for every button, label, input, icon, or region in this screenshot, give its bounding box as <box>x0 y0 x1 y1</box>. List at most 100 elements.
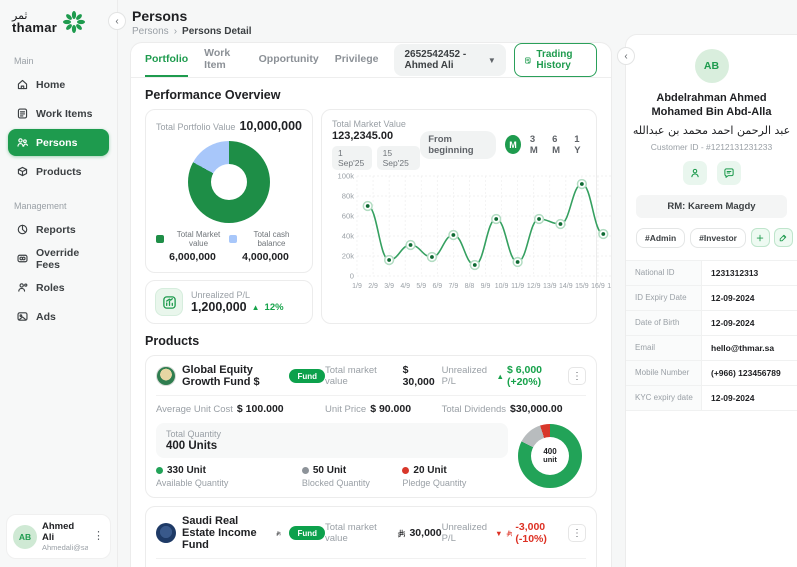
trading-history-button[interactable]: Trading History <box>514 43 597 77</box>
market-value: $ 30,000 <box>403 364 442 388</box>
detail-card: Portfolio Work Item Opportunity Privileg… <box>130 42 612 567</box>
svg-text:100k: 100k <box>338 172 355 181</box>
riyal-icon <box>397 529 406 538</box>
profile-avatar: AB <box>695 49 729 83</box>
user-name: Ahmed Ali <box>42 521 88 543</box>
range-6m[interactable]: 6 M <box>552 134 565 156</box>
svg-text:1/9: 1/9 <box>352 283 362 290</box>
profile-person-button[interactable] <box>683 161 707 185</box>
riyal-icon <box>506 529 513 538</box>
breadcrumb-parent[interactable]: Persons <box>132 26 169 37</box>
sidebar-item-label: Ads <box>36 311 56 323</box>
svg-text:2/9: 2/9 <box>368 283 378 290</box>
portfolio-value: 10,000,000 <box>239 119 302 133</box>
svg-text:11/9: 11/9 <box>511 283 524 290</box>
chat-icon <box>723 167 735 179</box>
sidebar-item-ads[interactable]: Ads <box>8 303 109 330</box>
tag-investor[interactable]: #Investor <box>690 228 746 248</box>
svg-text:15/9: 15/9 <box>575 283 589 290</box>
tab-bar: Portfolio Work Item Opportunity Privileg… <box>131 43 611 78</box>
user-menu-button[interactable]: ⋮ <box>93 531 104 542</box>
home-icon <box>16 78 29 91</box>
product-title: Global Equity Growth Fund $ <box>182 364 281 388</box>
quantity-donut-chart: 400unit <box>518 424 582 488</box>
edit-button[interactable] <box>774 228 793 247</box>
up-triangle-icon: ▲ <box>252 303 260 312</box>
sidebar-item-reports[interactable]: Reports <box>8 216 109 243</box>
svg-text:60k: 60k <box>342 212 354 221</box>
field-row: KYC expiry date12-09-2024 <box>626 386 797 411</box>
sidebar-item-label: Work Items <box>36 108 92 120</box>
fund-badge: Fund <box>289 369 325 383</box>
range-from-beginning[interactable]: From beginning <box>420 131 496 159</box>
fund-logo-globe-icon <box>156 366 176 386</box>
brand-flower-icon <box>62 10 86 34</box>
date-from-chip[interactable]: 1 Sep'25 <box>332 146 372 170</box>
range-1y[interactable]: 1 Y <box>574 134 586 156</box>
sidebar-item-work-items[interactable]: Work Items <box>8 100 109 127</box>
field-row: ID Expiry Date12-09-2024 <box>626 286 797 311</box>
sidebar-item-override-fees[interactable]: Override Fees <box>8 245 109 272</box>
sidebar-item-home[interactable]: Home <box>8 71 109 98</box>
riyal-icon <box>276 529 281 538</box>
total-quantity-box: Total Quantity 400 Units <box>156 423 508 458</box>
profile-name-arabic: عبد الرحمن احمد محمد بن عبدالله <box>626 124 797 137</box>
product-menu-button[interactable]: ⋮ <box>568 524 586 542</box>
sidebar-item-label: Products <box>36 166 82 178</box>
app-root: ثمر thamar ‹ Main Home <box>0 0 797 567</box>
fund-badge: Fund <box>289 526 325 540</box>
date-to-chip[interactable]: 15 Sep'25 <box>377 146 421 170</box>
sidebar-collapse-button[interactable]: ‹ <box>108 12 126 30</box>
left-sidebar: ثمر thamar ‹ Main Home <box>0 0 118 567</box>
sidebar-item-roles[interactable]: Roles <box>8 274 109 301</box>
plus-icon <box>755 233 765 243</box>
tab-opportunity[interactable]: Opportunity <box>259 43 319 77</box>
role-person-icon <box>16 281 29 294</box>
market-value: 123,2345.00 <box>332 130 420 142</box>
sidebar-user-card[interactable]: AB Ahmed Ali Ahmedali@sarmad.sa ⋮ <box>6 514 111 559</box>
svg-text:12/9: 12/9 <box>527 283 541 290</box>
pencil-icon <box>778 233 788 243</box>
legend-cash-balance: Total cash balance 4,000,000 <box>229 230 302 263</box>
svg-text:0: 0 <box>350 272 354 281</box>
tab-work-item[interactable]: Work Item <box>204 43 242 77</box>
product-menu-button[interactable]: ⋮ <box>568 367 586 385</box>
user-email: Ahmedali@sarmad.sa <box>42 543 88 552</box>
unrealized-pl-card: Unrealized P/L 1,200,000 ▲ 12% <box>145 280 313 324</box>
profile-name: Abdelrahman Ahmed Mohamed Bin Abd-Alla <box>626 91 797 120</box>
tag-admin[interactable]: #Admin <box>636 228 685 248</box>
nav-section-main: Main <box>14 56 117 66</box>
person-icon <box>689 167 701 179</box>
profile-chat-button[interactable] <box>717 161 741 185</box>
tab-privilege[interactable]: Privilege <box>335 43 379 77</box>
brand-name: thamar <box>12 21 57 34</box>
svg-text:9/9: 9/9 <box>481 283 491 290</box>
range-3m[interactable]: 3 M <box>530 134 543 156</box>
legend-dot-blue <box>229 235 237 243</box>
down-triangle-icon: ▼ <box>495 529 502 538</box>
range-month-active[interactable]: M <box>505 135 521 154</box>
svg-text:13/9: 13/9 <box>543 283 557 290</box>
profile-sidebar: ‹ AB Abdelrahman Ahmed Mohamed Bin Abd-A… <box>625 0 797 567</box>
unrealized-pl-label: Unrealized P/L <box>191 290 284 300</box>
tab-portfolio[interactable]: Portfolio <box>145 43 188 77</box>
brand-logo: ثمر thamar <box>0 0 117 40</box>
portfolio-value-card: Total Portfolio Value 10,000,000 Total M… <box>145 109 313 273</box>
profile-collapse-button[interactable]: ‹ <box>617 47 635 65</box>
svg-text:8/8: 8/8 <box>465 283 475 290</box>
svg-text:4/9: 4/9 <box>400 283 410 290</box>
sidebar-item-label: Roles <box>36 282 65 294</box>
sidebar-item-products[interactable]: Products <box>8 158 109 185</box>
sidebar-item-persons[interactable]: Persons <box>8 129 109 156</box>
trading-history-label: Trading History <box>536 49 587 71</box>
svg-text:6/9: 6/9 <box>432 283 442 290</box>
ads-image-icon <box>16 310 29 323</box>
pie-chart-icon <box>16 223 29 236</box>
chevron-left-icon: ‹ <box>624 51 627 62</box>
legend-pledge: 20 Unit Pledge Quantity <box>402 465 508 488</box>
page-title: Persons <box>132 8 611 24</box>
account-select[interactable]: 2652542452 - Ahmed Ali ▼ <box>394 44 505 76</box>
breadcrumb: Persons › Persons Detail <box>132 26 611 37</box>
legend-blocked: 50 Unit Blocked Quantity <box>302 465 403 488</box>
add-tag-button[interactable] <box>751 228 770 247</box>
